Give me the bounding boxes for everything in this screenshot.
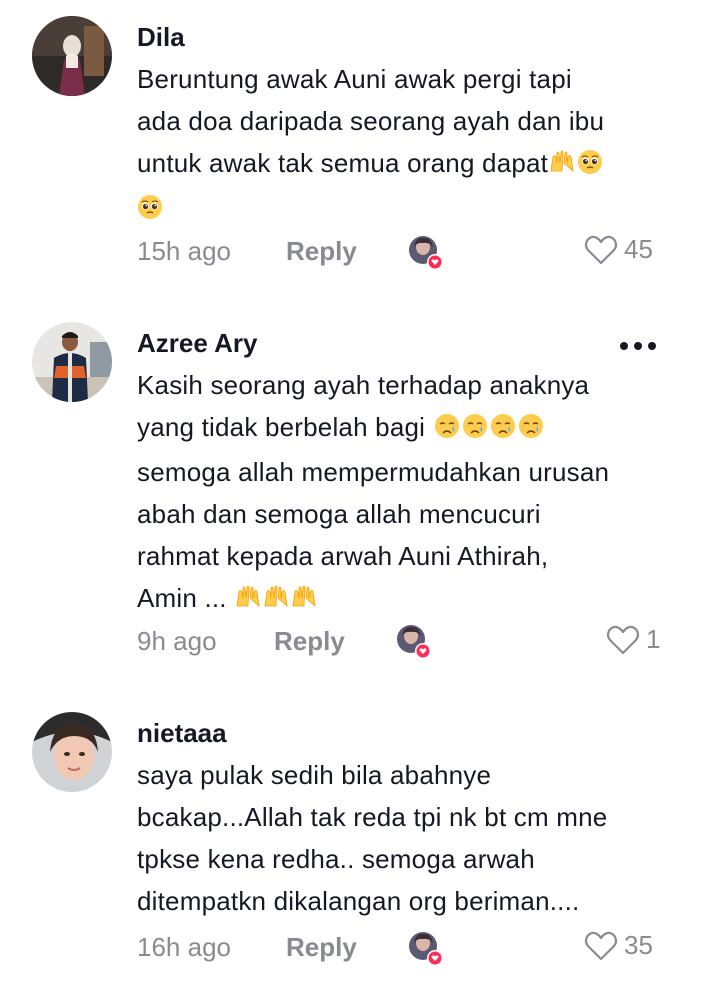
comment-text: Kasih seorang ayah terhadap anaknya yang… <box>137 364 677 622</box>
comment-timestamp: 9h ago <box>137 626 217 656</box>
comment-line: saya pulak sedih bila abahnye <box>137 760 492 790</box>
heart-icon <box>606 625 640 654</box>
comment-line-emoji-only <box>137 187 677 229</box>
like-button[interactable]: 1 <box>606 624 660 655</box>
crying-face-emoji <box>462 409 488 451</box>
comment-line: ditempatkn dikalangan org beriman.... <box>137 886 580 916</box>
comment-line: untuk awak tak semua orang dapat <box>137 148 549 178</box>
crying-face-emoji <box>490 409 516 451</box>
comment-line: bcakap...Allah tak reda tpi nk bt cm mne <box>137 802 608 832</box>
heart-icon <box>584 931 618 960</box>
creator-liked-badge <box>408 235 443 270</box>
reply-button[interactable]: Reply <box>286 236 357 267</box>
like-count: 35 <box>624 930 653 960</box>
like-count: 1 <box>646 624 661 654</box>
like-button[interactable]: 35 <box>584 930 653 961</box>
comment-line: Amin ... <box>137 583 227 613</box>
username[interactable]: Dila <box>137 22 185 53</box>
like-count: 45 <box>624 234 653 264</box>
heart-icon <box>584 235 618 264</box>
pleading-face-emoji <box>137 190 163 232</box>
comment-text: Beruntung awak Auni awak pergi tapi ada … <box>137 58 677 229</box>
comment-line: tpkse kena redha.. semoga arwah <box>137 844 535 874</box>
comment-line-with-emoji: untuk awak tak semua orang dapat <box>137 142 677 187</box>
username[interactable]: Azree Ary <box>137 328 257 359</box>
comment-line: ada doa daripada seorang ayah dan ibu <box>137 106 605 136</box>
comment-line: rahmat kepada arwah Auni Athirah, <box>137 541 549 571</box>
comment-line: Beruntung awak Auni awak pergi tapi <box>137 64 572 94</box>
crying-face-emoji <box>518 409 544 451</box>
avatar[interactable] <box>32 322 112 402</box>
comment-timestamp: 16h ago <box>137 932 231 962</box>
comment-line-with-emoji: Amin ... <box>137 577 677 622</box>
more-icon[interactable] <box>620 342 656 350</box>
username[interactable]: nietaaa <box>137 718 227 749</box>
creator-liked-badge <box>396 624 431 659</box>
raised-hands-emoji <box>291 580 317 622</box>
reply-button[interactable]: Reply <box>286 932 357 963</box>
like-button[interactable]: 45 <box>584 234 653 265</box>
raised-hands-emoji <box>549 145 575 187</box>
reply-button[interactable]: Reply <box>274 626 345 657</box>
comment-timestamp: 15h ago <box>137 236 231 266</box>
avatar[interactable] <box>32 712 112 792</box>
raised-hands-emoji <box>263 580 289 622</box>
crying-face-emoji <box>434 409 460 451</box>
comment-line: abah dan semoga allah mencucuri <box>137 499 541 529</box>
comment-line: yang tidak berbelah bagi <box>137 412 426 442</box>
comment-line: Kasih seorang ayah terhadap anaknya <box>137 370 590 400</box>
avatar[interactable] <box>32 16 112 96</box>
creator-liked-badge <box>408 931 443 966</box>
comment-line-with-emoji: yang tidak berbelah bagi <box>137 406 677 451</box>
comment-text: saya pulak sedih bila abahnye bcakap...A… <box>137 754 677 922</box>
comment-line: semoga allah mempermudahkan urusan <box>137 457 610 487</box>
raised-hands-emoji <box>235 580 261 622</box>
pleading-face-emoji <box>577 145 603 187</box>
